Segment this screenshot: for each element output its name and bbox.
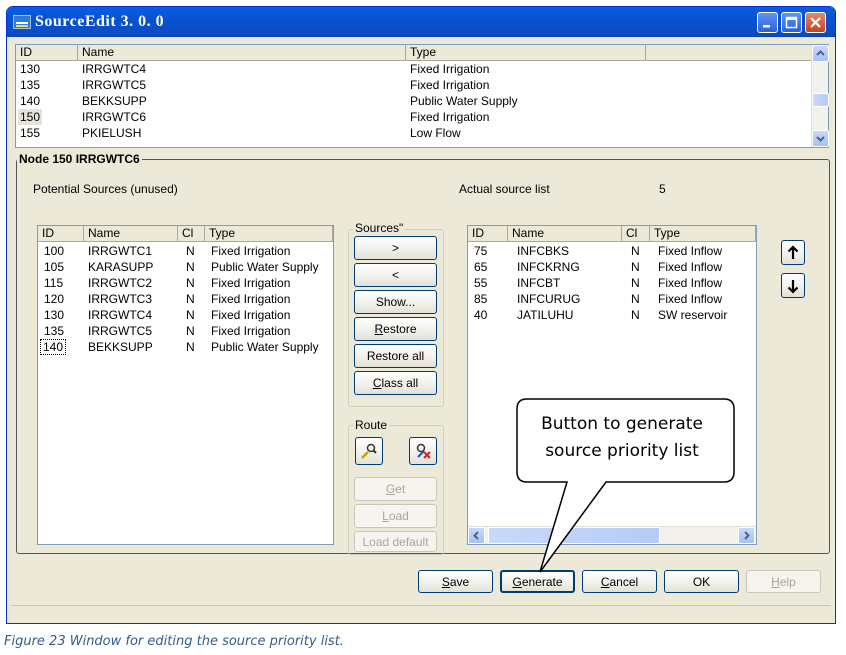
callout-text: Button to generate source priority list <box>512 399 732 465</box>
figure-caption: Figure 23 Window for editing the source … <box>4 634 344 649</box>
callout-line-1: Button to generate <box>541 414 703 434</box>
callout-line-2: source priority list <box>545 441 699 461</box>
callout-bubble <box>516 398 735 573</box>
